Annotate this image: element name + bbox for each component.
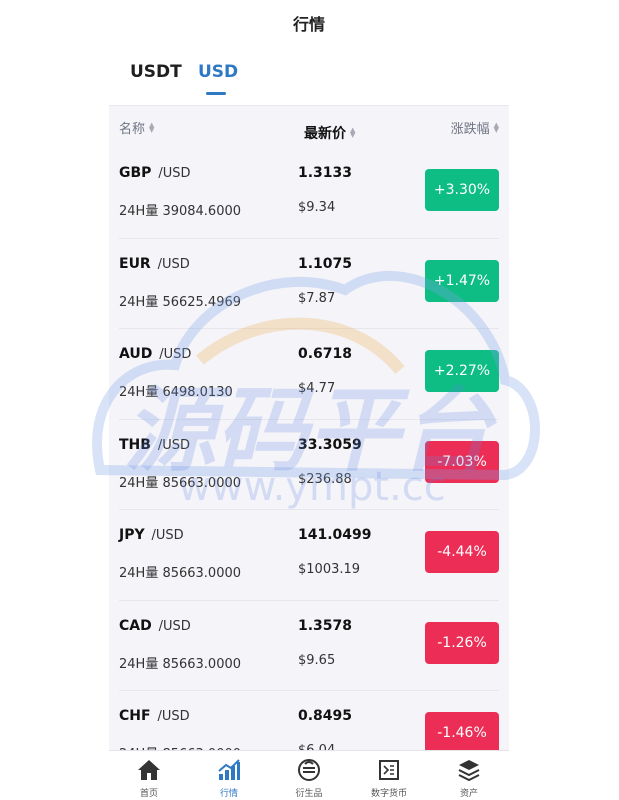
market-row[interactable]: EUR /USD 24H量 56625.4969 1.1075 $7.87 +1… — [109, 239, 509, 330]
assets-icon — [458, 760, 480, 782]
quote-symbol: /USD — [159, 347, 192, 362]
change-column-label: 涨跌幅 — [450, 122, 490, 137]
usd-price: $9.34 — [298, 200, 336, 215]
tabbar-label: 资产 — [459, 789, 478, 799]
sort-by-name[interactable]: 名称 ▲ ▼ — [119, 118, 155, 138]
active-tab-indicator — [206, 92, 226, 95]
page-title: 行情 — [292, 15, 325, 34]
tabbar-home[interactable]: 首页 — [109, 751, 189, 800]
tabbar-assets[interactable]: 资产 — [429, 751, 509, 800]
base-symbol: CAD — [119, 617, 152, 634]
sort-by-change[interactable]: 涨跌幅 ▲ ▼ — [450, 118, 499, 138]
tabbar-label: 行情 — [219, 789, 238, 799]
last-price: 0.8495 — [298, 708, 353, 724]
last-price: 1.3133 — [298, 165, 353, 181]
last-price: 141.0499 — [298, 527, 372, 543]
sort-icon: ▲ ▼ — [149, 121, 155, 134]
volume-24h: 24H量 56625.4969 — [119, 294, 242, 310]
change-badge[interactable]: -1.46% — [425, 712, 499, 754]
last-price: 0.6718 — [298, 346, 353, 362]
price-column-label: 最新价 — [304, 126, 346, 142]
base-symbol: JPY — [119, 527, 145, 543]
base-symbol: EUR — [119, 255, 151, 272]
last-price: 1.1075 — [298, 255, 353, 272]
volume-24h: 24H量 39084.6000 — [119, 204, 242, 219]
quote-symbol: /USD — [151, 528, 184, 543]
market-row[interactable]: CAD /USD 24H量 85663.0000 1.3578 $9.65 -1… — [109, 601, 509, 692]
change-badge[interactable]: +1.47% — [425, 259, 499, 302]
quote-symbol: /USD — [157, 437, 190, 453]
market-row[interactable]: JPY /USD 24H量 85663.0000 141.0499 $1003.… — [109, 510, 509, 601]
market-row[interactable]: AUD /USD 24H量 6498.0130 0.6718 $4.77 +2.… — [109, 329, 509, 420]
market-chart-icon — [218, 759, 240, 780]
tabbar-market[interactable]: 行情 — [189, 751, 269, 800]
sort-icon: ▲ ▼ — [493, 121, 499, 134]
market-list: GBP /USD 24H量 39084.6000 1.3133 $9.34 +3… — [109, 148, 509, 782]
bottom-tab-bar: 首页 行情 衍生品 数字货币 资产 — [109, 750, 509, 800]
change-badge[interactable]: -7.03% — [425, 440, 499, 483]
tabbar-label: 数字货币 — [370, 789, 407, 799]
home-icon — [138, 760, 160, 780]
tab-usd[interactable]: USD — [198, 62, 238, 82]
last-price: 1.3578 — [298, 617, 353, 634]
volume-24h: 24H量 6498.0130 — [119, 385, 233, 400]
base-symbol: THB — [119, 436, 151, 453]
change-badge[interactable]: +3.30% — [425, 169, 499, 211]
crypto-icon — [379, 760, 399, 780]
tabbar-crypto[interactable]: 数字货币 — [349, 751, 429, 800]
market-row[interactable]: GBP /USD 24H量 39084.6000 1.3133 $9.34 +3… — [109, 148, 509, 239]
market-screen: 行情 USDT USD 名称 ▲ ▼ 最新价 ▲ ▼ 涨跌幅 ▲ ▼ GBP /USD 24… — [109, 0, 509, 800]
base-symbol: AUD — [119, 346, 153, 362]
usd-price: $1003.19 — [298, 562, 361, 577]
quote-symbol: /USD — [157, 709, 190, 724]
volume-24h: 24H量 85663.0000 — [119, 656, 242, 672]
tabbar-label: 首页 — [139, 789, 158, 799]
market-row[interactable]: THB /USD 24H量 85663.0000 33.3059 $236.88… — [109, 420, 509, 511]
volume-24h: 24H量 85663.0000 — [119, 475, 242, 491]
column-header: 名称 ▲ ▼ 最新价 ▲ ▼ 涨跌幅 ▲ ▼ — [109, 106, 509, 148]
derivatives-icon — [298, 759, 320, 781]
usd-price: $4.77 — [298, 381, 336, 396]
name-column-label: 名称 — [119, 122, 146, 137]
tab-usdt[interactable]: USDT — [130, 62, 182, 82]
usd-price: $7.87 — [298, 290, 336, 306]
last-price: 33.3059 — [298, 436, 362, 453]
quote-symbol: /USD — [158, 618, 191, 634]
base-symbol: CHF — [119, 708, 151, 724]
sort-by-price[interactable]: 最新价 ▲ ▼ — [304, 123, 355, 143]
header: 行情 USDT USD — [109, 0, 509, 106]
usd-price: $236.88 — [298, 471, 352, 487]
tabbar-derivatives[interactable]: 衍生品 — [269, 751, 349, 800]
change-badge[interactable]: -1.26% — [425, 621, 499, 664]
change-badge[interactable]: +2.27% — [425, 350, 499, 392]
quote-symbol: /USD — [158, 166, 191, 181]
tabbar-label: 衍生品 — [295, 789, 323, 799]
base-symbol: GBP — [119, 165, 152, 181]
usd-price: $9.65 — [298, 652, 336, 668]
volume-24h: 24H量 85663.0000 — [119, 566, 242, 581]
change-badge[interactable]: -4.44% — [425, 531, 499, 573]
sort-icon: ▲ ▼ — [350, 126, 356, 139]
quote-symbol: /USD — [157, 256, 190, 272]
